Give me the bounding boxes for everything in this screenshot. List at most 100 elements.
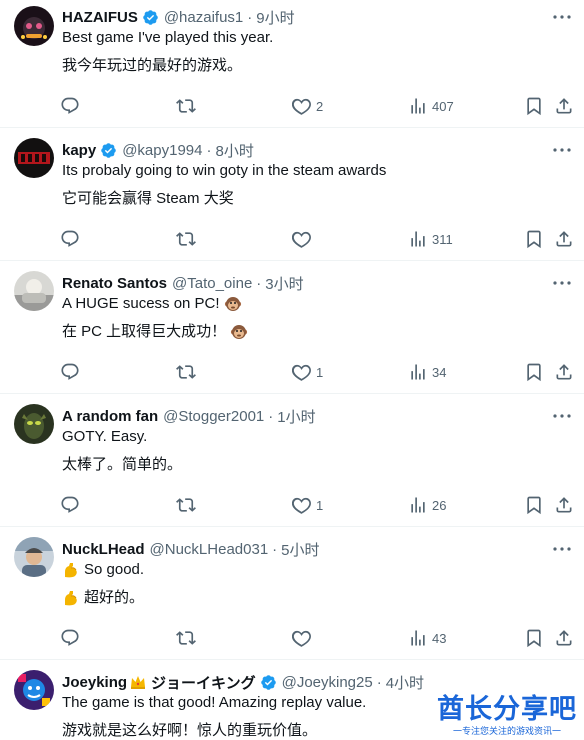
like-icon xyxy=(292,628,312,648)
separator-dot: · xyxy=(256,274,262,292)
views-icon xyxy=(408,229,428,249)
verified-badge-icon xyxy=(142,9,159,26)
share-button[interactable] xyxy=(554,95,574,117)
like-button[interactable]: 1 xyxy=(292,494,323,516)
views-icon xyxy=(408,96,428,116)
timestamp[interactable]: 9小时 xyxy=(256,7,294,28)
avatar[interactable] xyxy=(14,138,54,178)
reply-item[interactable]: NuckLHead @NuckLHead031 · 5小时 So good. 超… xyxy=(0,527,584,660)
flexed-biceps-emoji-icon xyxy=(62,589,80,607)
bookmark-button[interactable] xyxy=(524,228,544,250)
more-icon[interactable] xyxy=(550,141,574,159)
display-name[interactable]: kapy xyxy=(62,142,96,159)
bookmark-button[interactable] xyxy=(524,95,544,117)
bookmark-button[interactable] xyxy=(524,361,544,383)
more-icon[interactable] xyxy=(550,274,574,292)
reply-button[interactable] xyxy=(60,228,80,250)
views-button[interactable]: 34 xyxy=(408,361,446,383)
views-icon xyxy=(408,628,428,648)
reply-button[interactable] xyxy=(60,627,80,649)
like-count: 2 xyxy=(316,98,324,114)
avatar[interactable] xyxy=(14,537,54,577)
reply-item[interactable]: A random fan @Stogger2001 · 1小时 GOTY. Ea… xyxy=(0,394,584,527)
text-line: 超好的。 xyxy=(84,589,145,606)
reply-icon xyxy=(60,362,80,382)
views-button[interactable]: 311 xyxy=(408,228,453,250)
retweet-button[interactable] xyxy=(176,361,196,383)
display-name[interactable]: Renato Santos xyxy=(62,275,167,292)
display-name[interactable]: HAZAIFUS xyxy=(62,9,138,26)
bookmark-button[interactable] xyxy=(524,627,544,649)
views-button[interactable]: 26 xyxy=(408,494,446,516)
reply-item[interactable]: Renato Santos @Tato_oine · 3小时 A HUGE su… xyxy=(0,261,584,394)
reply-button[interactable] xyxy=(60,95,80,117)
separator-dot: · xyxy=(376,673,382,691)
display-name[interactable]: Joeyking xyxy=(62,674,127,691)
reply-text-cn: 超好的。 xyxy=(62,588,144,608)
avatar[interactable] xyxy=(14,6,54,46)
handle[interactable]: @Stogger2001 xyxy=(163,408,264,425)
bookmark-button[interactable] xyxy=(524,494,544,516)
share-button[interactable] xyxy=(554,494,574,516)
verified-badge-icon xyxy=(100,142,117,159)
watermark-subtitle: 一专注您关注的游戏资讯一 xyxy=(436,726,578,738)
display-name[interactable]: A random fan xyxy=(62,408,158,425)
handle[interactable]: @NuckLHead031 xyxy=(150,541,269,558)
reply-icon xyxy=(60,495,80,515)
more-icon[interactable] xyxy=(550,407,574,425)
like-icon xyxy=(292,362,312,382)
timestamp[interactable]: 1小时 xyxy=(277,406,315,427)
handle[interactable]: @hazaifus1 xyxy=(164,9,243,26)
action-bar: 2 407 xyxy=(0,95,584,117)
avatar[interactable] xyxy=(14,670,54,710)
monkey-emoji-icon xyxy=(224,295,242,313)
action-bar: 1 34 xyxy=(0,361,584,383)
retweet-button[interactable] xyxy=(176,494,196,516)
timestamp[interactable]: 8小时 xyxy=(215,140,253,161)
share-icon xyxy=(554,362,574,382)
separator-dot: · xyxy=(268,407,274,425)
retweet-button[interactable] xyxy=(176,95,196,117)
views-button[interactable]: 407 xyxy=(408,95,454,117)
timestamp[interactable]: 4小时 xyxy=(386,672,424,693)
more-icon[interactable] xyxy=(550,540,574,558)
share-button[interactable] xyxy=(554,228,574,250)
like-icon xyxy=(292,96,312,116)
retweet-button[interactable] xyxy=(176,627,196,649)
monkey-emoji-icon xyxy=(230,323,248,341)
watermark-title: 酋长分享吧 xyxy=(437,694,577,725)
avatar[interactable] xyxy=(14,271,54,311)
like-count: 1 xyxy=(316,364,324,380)
handle[interactable]: @Tato_oine xyxy=(172,275,252,292)
like-button[interactable]: 2 xyxy=(292,95,323,117)
retweet-button[interactable] xyxy=(176,228,196,250)
handle[interactable]: @Joeyking25 xyxy=(282,674,373,691)
view-count: 311 xyxy=(432,231,453,247)
reply-item[interactable]: kapy @kapy1994 · 8小时 Its probaly going t… xyxy=(0,128,584,261)
views-button[interactable]: 43 xyxy=(408,627,446,649)
timestamp[interactable]: 3小时 xyxy=(265,273,303,294)
share-icon xyxy=(554,229,574,249)
retweet-icon xyxy=(176,229,196,249)
text-line: Its probaly going to win goty in the ste… xyxy=(62,162,387,179)
view-count: 26 xyxy=(432,497,447,513)
display-name[interactable]: NuckLHead xyxy=(62,541,145,558)
display-name-jp[interactable]: ジョーイキング xyxy=(151,672,256,693)
share-button[interactable] xyxy=(554,361,574,383)
like-button[interactable]: 1 xyxy=(292,361,323,383)
more-icon[interactable] xyxy=(550,8,574,26)
handle[interactable]: @kapy1994 xyxy=(122,142,202,159)
reply-icon xyxy=(60,96,80,116)
reply-item[interactable]: HAZAIFUS @hazaifus1 · 9小时 Best game I've… xyxy=(0,0,584,128)
reply-button[interactable] xyxy=(60,361,80,383)
separator-dot: · xyxy=(272,540,278,558)
bookmark-icon xyxy=(524,495,544,515)
avatar[interactable] xyxy=(14,404,54,444)
text-line: 太棒了。简单的。 xyxy=(62,456,183,473)
timestamp[interactable]: 5小时 xyxy=(281,539,319,560)
reply-button[interactable] xyxy=(60,494,80,516)
like-button[interactable] xyxy=(292,228,316,250)
bookmark-icon xyxy=(524,96,544,116)
like-button[interactable] xyxy=(292,627,316,649)
share-button[interactable] xyxy=(554,627,574,649)
